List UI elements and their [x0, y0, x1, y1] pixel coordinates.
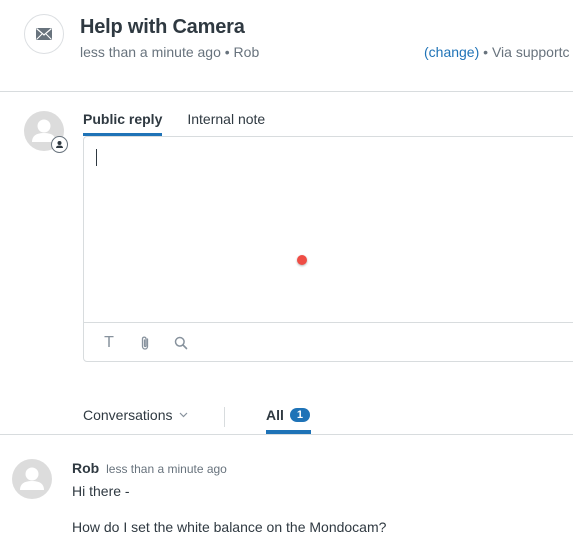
ticket-meta: less than a minute ago • Rob — [80, 44, 260, 60]
text-format-button[interactable]: T — [98, 332, 120, 354]
paperclip-icon — [141, 336, 149, 350]
tab-public-reply[interactable]: Public reply — [83, 111, 163, 136]
message-author-avatar[interactable] — [12, 459, 52, 499]
conversations-dropdown[interactable]: Conversations — [83, 407, 188, 423]
text-format-icon: T — [104, 333, 114, 351]
agent-badge-icon — [56, 141, 63, 148]
user-avatar-icon — [20, 467, 44, 490]
filter-all-label: All — [266, 407, 284, 423]
composer-toolbar: T — [84, 322, 573, 362]
filter-divider — [0, 434, 573, 435]
ticket-channel-icon — [24, 14, 64, 54]
message-time: less than a minute ago — [106, 462, 227, 476]
change-link[interactable]: (change) — [424, 44, 479, 60]
message-author[interactable]: Rob — [72, 460, 99, 476]
via-text: • Via supportc — [479, 44, 570, 60]
filter-separator — [224, 407, 225, 427]
message-body-line: How do I set the white balance on the Mo… — [72, 519, 387, 535]
agent-badge — [51, 136, 68, 153]
tab-internal-note[interactable]: Internal note — [187, 111, 265, 136]
envelope-icon — [36, 28, 52, 40]
message-body-line: Hi there - — [72, 483, 130, 499]
composer-tabs: Public reply Internal note — [83, 111, 290, 136]
filter-all-tab[interactable]: All 1 — [266, 407, 310, 423]
text-caret — [96, 149, 97, 166]
attach-button[interactable] — [134, 332, 156, 354]
conversations-dropdown-label: Conversations — [83, 407, 173, 423]
conversation-filter-bar: Conversations All 1 — [0, 395, 573, 435]
all-count-badge: 1 — [289, 408, 310, 422]
composer-box: T — [83, 136, 573, 362]
chevron-down-icon — [179, 412, 187, 418]
ticket-title: Help with Camera — [80, 16, 245, 38]
message-header: Rob less than a minute ago — [72, 460, 227, 476]
search-button[interactable] — [170, 332, 192, 354]
ticket-via: (change) • Via supportc — [424, 44, 570, 60]
search-icon — [174, 336, 188, 349]
mouse-cursor-indicator — [297, 255, 307, 265]
reply-input[interactable] — [84, 137, 573, 322]
header-divider — [0, 91, 573, 92]
